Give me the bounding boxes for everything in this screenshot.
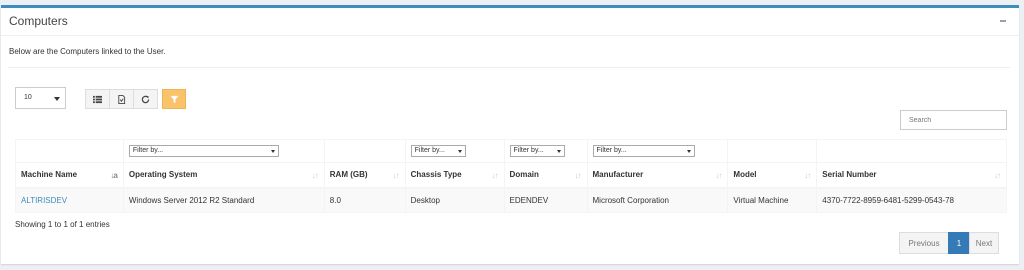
column-header-serial[interactable]: Serial Number ↓↑ <box>816 162 1007 189</box>
previous-page-button[interactable]: Previous <box>899 232 949 254</box>
filter-cell-empty <box>15 139 124 163</box>
filter-cell-empty <box>727 139 818 163</box>
chevron-down-icon <box>54 97 60 101</box>
filter-toggle-button[interactable] <box>162 89 186 109</box>
sort-asc-icon: ↓a <box>110 171 118 180</box>
column-label: Operating System <box>128 170 198 180</box>
cell-os: Windows Server 2012 R2 Standard <box>122 187 325 213</box>
page-size-value: 10 <box>24 94 32 101</box>
column-header-chassis[interactable]: Chassis Type ↓↑ <box>404 162 505 189</box>
cell-serial: 4370-7722-8959-6481-5299-0543-78 <box>816 187 1007 213</box>
column-label: Chassis Type <box>410 170 462 180</box>
filter-cell-chassis: Filter by... <box>404 139 505 163</box>
sort-icon: ↓↑ <box>491 171 499 180</box>
cell-domain: EDENDEV <box>503 187 588 213</box>
filter-chassis-placeholder: Filter by... <box>414 147 445 154</box>
column-label: Domain <box>509 170 539 180</box>
panel-description: Below are the Computers linked to the Us… <box>9 47 166 56</box>
toolbar-button-group <box>85 89 158 109</box>
column-header-ram[interactable]: RAM (GB) ↓↑ <box>323 162 406 189</box>
chevron-down-icon <box>270 150 275 153</box>
column-label: Machine Name <box>21 170 78 180</box>
filter-cell-os: Filter by... <box>122 139 325 163</box>
column-label: RAM (GB) <box>329 170 368 180</box>
sort-icon: ↓↑ <box>574 171 582 180</box>
sort-icon: ↓↑ <box>804 171 811 180</box>
sort-icon: ↓↑ <box>392 171 400 180</box>
header-row: Machine Name ↓a Operating System ↓↑ RAM (G… <box>15 162 1007 189</box>
divider <box>8 67 1010 68</box>
column-label: Serial Number <box>822 170 877 180</box>
chevron-down-icon <box>686 150 691 153</box>
cell-ram: 8.0 <box>323 187 406 213</box>
filter-manufacturer-placeholder: Filter by... <box>596 147 627 154</box>
column-header-machine-name[interactable]: Machine Name ↓a <box>15 162 124 189</box>
column-header-model[interactable]: Model ↓↑ <box>727 162 818 189</box>
panel-header: Computers <box>1 8 1019 36</box>
refresh-icon <box>141 95 150 103</box>
filter-icon <box>169 95 179 103</box>
list-view-button[interactable] <box>85 89 110 109</box>
cell-machine-name: ALTIRISDEV <box>15 187 124 213</box>
filter-manufacturer-select[interactable]: Filter by... <box>592 145 695 157</box>
chevron-down-icon <box>556 150 561 153</box>
column-label: Model <box>733 170 757 180</box>
table-row: ALTIRISDEV Windows Server 2012 R2 Standa… <box>15 187 1007 213</box>
computers-table: Filter by... Filter by... Filter by... F… <box>15 139 1007 213</box>
column-header-domain[interactable]: Domain ↓↑ <box>503 162 588 189</box>
page-size-select[interactable]: 10 <box>15 87 66 109</box>
filter-row: Filter by... Filter by... Filter by... F… <box>15 139 1007 163</box>
column-label: Manufacturer <box>592 170 644 180</box>
collapse-icon[interactable] <box>999 15 1009 25</box>
search-input[interactable] <box>900 110 1007 130</box>
filter-domain-placeholder: Filter by... <box>513 147 544 154</box>
cell-chassis: Desktop <box>404 187 505 213</box>
panel-title: Computers <box>9 14 68 28</box>
next-page-button[interactable]: Next <box>969 232 999 254</box>
column-header-os[interactable]: Operating System ↓↑ <box>122 162 325 189</box>
cell-model: Virtual Machine <box>727 187 818 213</box>
filter-domain-select[interactable]: Filter by... <box>509 145 565 157</box>
chevron-down-icon <box>457 150 462 153</box>
sort-icon: ↓↑ <box>994 171 1001 180</box>
table-info: Showing 1 to 1 of 1 entries <box>15 220 110 229</box>
export-button[interactable] <box>109 89 134 109</box>
filter-os-select[interactable]: Filter by... <box>128 145 279 157</box>
filter-cell-manufacturer: Filter by... <box>586 139 729 163</box>
filter-cell-empty <box>816 139 1007 163</box>
sort-icon: ↓↑ <box>311 171 319 180</box>
list-icon <box>93 95 102 103</box>
computers-panel: Computers <box>1 5 1019 264</box>
column-header-manufacturer[interactable]: Manufacturer ↓↑ <box>586 162 729 189</box>
filter-cell-domain: Filter by... <box>503 139 588 163</box>
page-1-button[interactable]: 1 <box>948 232 970 254</box>
machine-name-link[interactable]: ALTIRISDEV <box>21 196 67 205</box>
pagination: Previous 1 Next <box>899 232 999 254</box>
sort-icon: ↓↑ <box>715 171 722 180</box>
filter-cell-empty <box>323 139 406 163</box>
refresh-button[interactable] <box>133 89 158 109</box>
cell-manufacturer: Microsoft Corporation <box>586 187 729 213</box>
filter-chassis-select[interactable]: Filter by... <box>410 145 466 157</box>
filter-os-placeholder: Filter by... <box>132 147 164 154</box>
export-icon <box>118 94 126 104</box>
